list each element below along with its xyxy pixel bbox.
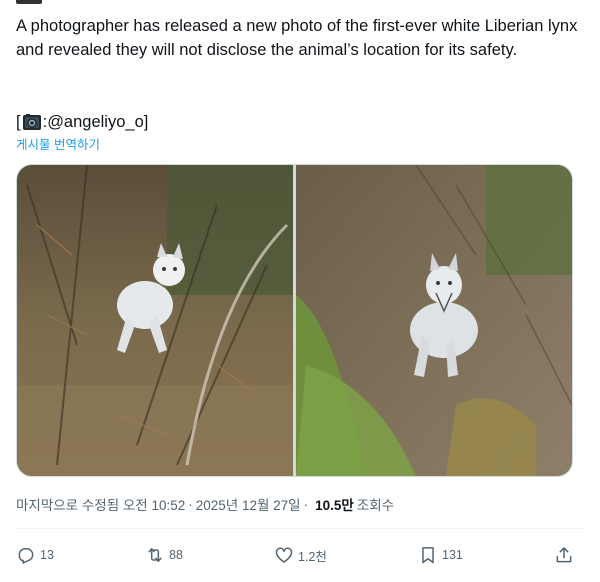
meta-separator: · xyxy=(188,496,193,512)
previous-content-fragment xyxy=(16,0,42,4)
bookmark-button[interactable]: 131 xyxy=(418,545,463,565)
media-grid xyxy=(16,164,573,477)
credit-bracket-open: [ xyxy=(16,113,21,131)
heart-icon xyxy=(275,547,293,563)
post-metadata: 마지막으로 수정됨 오전 10:52 · 2025년 12월 27일 · 10.… xyxy=(16,494,394,514)
reply-button[interactable]: 13 xyxy=(16,545,54,565)
credit-handle[interactable]: @angeliyo_o xyxy=(47,110,144,134)
credit-bracket-close: ] xyxy=(143,113,149,131)
share-icon xyxy=(556,547,572,563)
divider xyxy=(16,528,584,529)
bookmark-count: 131 xyxy=(442,548,463,562)
post-date[interactable]: 2025년 12월 27일 xyxy=(196,494,301,514)
share-button[interactable] xyxy=(554,545,574,565)
repost-icon xyxy=(148,548,162,562)
action-bar: 13 88 1.2천 131 xyxy=(16,540,574,570)
repost-count: 88 xyxy=(169,548,183,562)
edited-time[interactable]: 마지막으로 수정됨 오전 10:52 xyxy=(16,494,185,514)
photo-right[interactable] xyxy=(296,165,572,476)
photo-left[interactable] xyxy=(17,165,293,476)
like-count: 1.2천 xyxy=(298,549,327,564)
photo-credit: [ : @angeliyo_o ] xyxy=(16,110,148,134)
camera-icon xyxy=(22,113,42,131)
views-count: 10.5만 xyxy=(315,498,354,513)
translate-post-link[interactable]: 게시물 번역하기 xyxy=(16,134,100,153)
meta-separator: · xyxy=(303,496,309,512)
like-button[interactable]: 1.2천 xyxy=(274,545,327,565)
repost-button[interactable]: 88 xyxy=(145,545,183,565)
tweet-body: A photographer has released a new photo … xyxy=(16,17,578,59)
reply-count: 13 xyxy=(40,548,54,562)
views-label: 조회수 xyxy=(356,498,395,513)
bookmark-icon xyxy=(422,547,434,564)
tweet-text: A photographer has released a new photo … xyxy=(16,14,582,62)
reply-icon xyxy=(18,548,34,564)
